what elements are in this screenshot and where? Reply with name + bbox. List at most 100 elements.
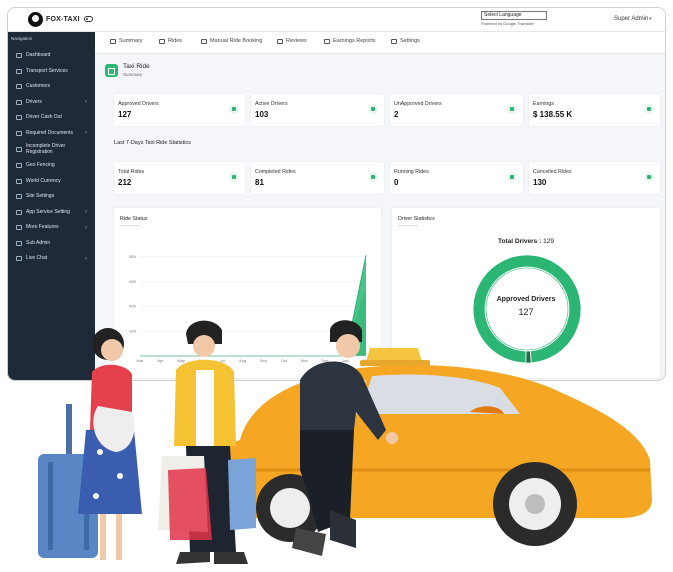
cash-icon bbox=[16, 115, 22, 121]
y-tick-label: 800 bbox=[129, 254, 136, 259]
map-icon bbox=[16, 163, 22, 169]
sidebar-item-sub-admin[interactable]: Sub Admin bbox=[8, 236, 95, 252]
card-earnings[interactable]: Earnings $ 138.55 K bbox=[529, 94, 660, 126]
y-tick-label: 600 bbox=[129, 279, 136, 284]
grid-icon bbox=[16, 225, 22, 231]
x-tick-label: Jan bbox=[342, 358, 348, 363]
sidebar-item-drivers[interactable]: Drivers › bbox=[8, 95, 95, 111]
users-icon bbox=[16, 84, 22, 90]
x-tick-label: Oct bbox=[281, 358, 288, 363]
close-icon bbox=[644, 172, 654, 182]
chevron-right-icon: › bbox=[85, 255, 87, 262]
x-tick-label: Jun bbox=[198, 358, 204, 363]
chevron-right-icon: › bbox=[85, 130, 87, 137]
driver-statistics-title: Driver Statistics bbox=[398, 216, 435, 222]
top-bar: FOX-TAXI Select Language Powered by Goog… bbox=[8, 8, 665, 32]
card-completed-rides[interactable]: Completed Rides 81 bbox=[251, 162, 384, 194]
globe-icon bbox=[16, 178, 22, 184]
sidebar-item-dashboard[interactable]: Dashboard bbox=[8, 48, 95, 64]
donut-center-value: 127 bbox=[518, 307, 534, 317]
card-total-rides[interactable]: Total Rides 212 bbox=[114, 162, 245, 194]
series-area bbox=[140, 255, 366, 356]
sidebar-item-site-settings[interactable]: Site Settings bbox=[8, 189, 95, 205]
total-drivers: Total Drivers : 129 bbox=[498, 238, 554, 245]
sidebar-item-customers[interactable]: Customers bbox=[8, 79, 95, 95]
x-tick-label: Sep bbox=[260, 358, 268, 363]
chevron-right-icon: › bbox=[85, 99, 87, 106]
card-approved-drivers[interactable]: Approved Drivers 127 bbox=[114, 94, 245, 126]
sidebar-toggle-icon[interactable] bbox=[84, 16, 93, 22]
edit-icon bbox=[201, 38, 207, 44]
y-tick-label: 200 bbox=[129, 329, 136, 334]
car-icon bbox=[16, 68, 22, 74]
chat-icon bbox=[16, 256, 22, 262]
home-icon bbox=[105, 63, 118, 77]
car-icon bbox=[229, 172, 239, 182]
steering-icon bbox=[16, 99, 22, 105]
y-tick-label: 400 bbox=[129, 304, 136, 309]
panel-divider bbox=[398, 225, 418, 226]
settings-icon bbox=[16, 209, 22, 215]
sidebar-item-geo-fencing[interactable]: Geo Fencing bbox=[8, 158, 95, 174]
x-tick-label: Mar bbox=[137, 358, 145, 363]
tab-summary[interactable]: Summary bbox=[110, 38, 143, 44]
sidebar-item-live-chat[interactable]: Live Chat › bbox=[8, 251, 95, 267]
sidebar-heading: Navigation bbox=[11, 36, 33, 41]
chevron-down-icon[interactable]: ▾ bbox=[649, 16, 652, 22]
section-tabs: Summary Rides Manual Ride Booking Review… bbox=[95, 32, 665, 54]
tab-reviews[interactable]: Reviews bbox=[277, 38, 307, 44]
car-icon bbox=[159, 38, 165, 44]
tab-earnings-reports[interactable]: Earnings Reports bbox=[324, 38, 376, 44]
truck-icon bbox=[368, 104, 378, 114]
x-tick-label: Apr bbox=[157, 358, 164, 363]
taxi-car-icon bbox=[214, 365, 652, 546]
x-tick-label: Dec bbox=[321, 358, 328, 363]
money-icon bbox=[644, 104, 654, 114]
language-selector: Select Language Powered by Google Transl… bbox=[481, 11, 547, 26]
sidebar-item-required-documents[interactable]: Required Documents › bbox=[8, 126, 95, 142]
ride-status-panel: Ride Status 200 400 600 800 Mar Apr May Jun Jul A… bbox=[114, 208, 381, 378]
stats-section-title: Last 7-Days Taxi Ride Statistics bbox=[114, 140, 191, 146]
star-icon bbox=[277, 38, 283, 44]
tab-manual-ride-booking[interactable]: Manual Ride Booking bbox=[201, 38, 262, 44]
card-cancelled-rides[interactable]: Cancelled Rides 130 bbox=[529, 162, 660, 194]
tab-settings[interactable]: Settings bbox=[391, 38, 420, 44]
sidebar-item-incomplete-driver-registration[interactable]: Incomplete Driver Registration bbox=[8, 141, 95, 158]
gear-icon bbox=[391, 38, 397, 44]
language-select[interactable]: Select Language bbox=[481, 11, 547, 20]
sidebar-item-transport-services[interactable]: Transport Services bbox=[8, 64, 95, 80]
user-menu[interactable]: Super Admin bbox=[614, 16, 648, 22]
logo-mark-icon bbox=[28, 12, 43, 27]
user-shield-icon bbox=[16, 240, 22, 246]
dashboard-window: FOX-TAXI Select Language Powered by Goog… bbox=[7, 7, 666, 381]
spinner-icon bbox=[507, 172, 517, 182]
x-tick-label: Feb bbox=[363, 358, 371, 363]
check-icon bbox=[368, 172, 378, 182]
sidebar-item-app-service-setting[interactable]: App Service Setting › bbox=[8, 205, 95, 221]
page-title: Taxi Ride bbox=[123, 63, 150, 70]
main-content: Taxi Ride Summary Approved Drivers 127 A… bbox=[95, 54, 665, 380]
home-icon bbox=[110, 38, 116, 44]
user-icon bbox=[16, 147, 22, 152]
page-subtitle: Summary bbox=[123, 72, 143, 77]
ride-status-chart: 200 400 600 800 Mar Apr May Jun Jul Aug Sep Oct Nov D… bbox=[129, 254, 371, 363]
donut-slice bbox=[525, 350, 532, 364]
sidebar: Navigation Dashboard Transport Services … bbox=[8, 32, 95, 380]
user-plus-icon bbox=[507, 104, 517, 114]
series-line bbox=[140, 255, 367, 357]
sidebar-item-more-features[interactable]: More Features › bbox=[8, 220, 95, 236]
sidebar-item-world-currency[interactable]: World Currency bbox=[8, 174, 95, 190]
suitcase-icon bbox=[38, 404, 98, 558]
sidebar-item-driver-cash-out[interactable]: Driver Cash Out bbox=[8, 110, 95, 126]
user-check-icon bbox=[229, 104, 239, 114]
card-unapproved-drivers[interactable]: UnApproved Drivers 2 bbox=[390, 94, 523, 126]
series-area bbox=[140, 288, 366, 356]
app-logo[interactable]: FOX-TAXI bbox=[28, 12, 80, 27]
tab-rides[interactable]: Rides bbox=[159, 38, 182, 44]
x-tick-label: May bbox=[177, 358, 185, 363]
powered-by-google: Powered by Google Translate bbox=[481, 21, 534, 26]
card-running-rides[interactable]: Running Rides 0 bbox=[390, 162, 523, 194]
card-active-drivers[interactable]: Active Drivers 103 bbox=[251, 94, 384, 126]
x-tick-label: Aug bbox=[239, 358, 246, 363]
x-tick-label: Jul bbox=[220, 358, 225, 363]
